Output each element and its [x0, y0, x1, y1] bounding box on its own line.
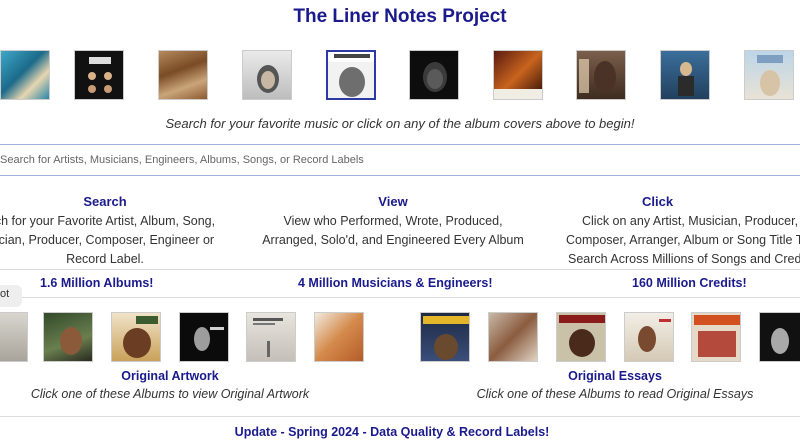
- album-art: [423, 316, 469, 360]
- feature-text: ch for your Favorite Artist, Album, Song…: [0, 214, 216, 228]
- essay-album-cover[interactable]: [624, 312, 674, 362]
- feature-text: Record Label.: [66, 252, 144, 266]
- divider: [0, 416, 800, 417]
- stat-albums: 1.6 Million Albums!: [40, 276, 154, 290]
- feature-heading: Click: [642, 194, 674, 209]
- album-art: [253, 318, 283, 357]
- feature-heading: View: [378, 194, 408, 209]
- essay-album-cover[interactable]: [488, 312, 538, 362]
- artwork-album-cover[interactable]: [43, 312, 93, 362]
- feature-text: Search Across Millions of Songs and Cred…: [568, 252, 800, 266]
- album-art: [559, 315, 605, 357]
- feature-click: Click Click on any Artist, Musician, Pro…: [548, 192, 800, 269]
- essay-album-cover[interactable]: [759, 312, 800, 362]
- feature-heading: Search: [83, 194, 127, 209]
- search-bar: [0, 144, 800, 176]
- artwork-album-cover[interactable]: [0, 312, 28, 362]
- album-art: [123, 316, 158, 358]
- intro-tagline: Search for your favorite music or click …: [165, 116, 635, 131]
- feature-text: Arranged, Solo'd, and Engineered Every A…: [262, 233, 524, 247]
- original-artwork-subtitle: Click one of these Albums to view Origin…: [30, 387, 310, 401]
- album-art: [257, 65, 279, 93]
- album-cover-carousel: [0, 50, 800, 100]
- album-cover[interactable]: [576, 50, 626, 100]
- artwork-album-cover[interactable]: [111, 312, 161, 362]
- feature-text: Click on any Artist, Musician, Producer,: [582, 214, 799, 228]
- essay-album-cover[interactable]: [691, 312, 741, 362]
- album-cover[interactable]: [158, 50, 208, 100]
- album-cover[interactable]: [0, 50, 50, 100]
- chat-toast[interactable]: ot: [0, 285, 22, 307]
- album-art: [60, 327, 82, 355]
- album-art: [771, 328, 789, 354]
- album-art: [579, 59, 616, 93]
- album-art: [88, 57, 112, 93]
- artwork-album-cover[interactable]: [246, 312, 296, 362]
- feature-text: ician, Producer, Composer, Engineer or: [0, 233, 215, 247]
- stat-musicians: 4 Million Musicians & Engineers!: [298, 276, 493, 290]
- original-essays-title[interactable]: Original Essays: [515, 369, 715, 383]
- update-banner[interactable]: Update - Spring 2024 - Data Quality & Re…: [0, 425, 784, 439]
- essay-album-cover[interactable]: [420, 312, 470, 362]
- album-art: [194, 327, 224, 351]
- feature-text: View who Performed, Wrote, Produced,: [283, 214, 503, 228]
- divider: [0, 269, 800, 270]
- album-cover[interactable]: [242, 50, 292, 100]
- album-cover[interactable]: [744, 50, 794, 100]
- album-art: [494, 89, 542, 99]
- search-input[interactable]: [0, 145, 800, 175]
- album-cover[interactable]: [660, 50, 710, 100]
- album-cover[interactable]: [74, 50, 124, 100]
- original-essays-subtitle: Click one of these Albums to read Origin…: [476, 387, 754, 401]
- artwork-album-cover[interactable]: [179, 312, 229, 362]
- album-art: [328, 52, 374, 97]
- stat-credits: 160 Million Credits!: [632, 276, 747, 290]
- album-art: [638, 319, 671, 352]
- feature-view: View View who Performed, Wrote, Produced…: [248, 192, 538, 250]
- artwork-album-cover[interactable]: [314, 312, 364, 362]
- album-art: [423, 62, 447, 92]
- original-artwork-title[interactable]: Original Artwork: [70, 369, 270, 383]
- divider: [0, 297, 800, 298]
- page-title: The Liner Notes Project: [293, 6, 507, 27]
- album-cover[interactable]: [326, 50, 376, 100]
- album-art: [757, 55, 783, 96]
- feature-text: Composer, Arranger, Album or Song Title …: [566, 233, 800, 247]
- album-cover[interactable]: [493, 50, 543, 100]
- feature-search: Search ch for your Favorite Artist, Albu…: [0, 192, 250, 269]
- album-art: [694, 315, 740, 357]
- essay-album-cover[interactable]: [556, 312, 606, 362]
- album-cover[interactable]: [409, 50, 459, 100]
- album-art: [678, 62, 694, 96]
